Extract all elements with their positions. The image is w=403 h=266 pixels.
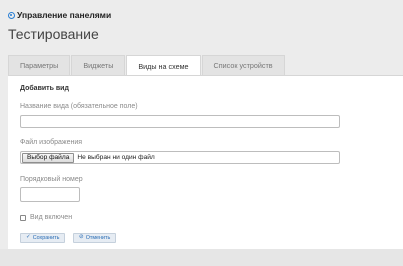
tab-parameters[interactable]: Параметры: [8, 55, 71, 75]
header-title: Управление панелями: [17, 10, 112, 20]
page-title: Тестирование: [8, 26, 99, 42]
view-name-input[interactable]: [20, 115, 340, 128]
tab-widgets[interactable]: Виджеты: [71, 55, 126, 75]
choose-file-button[interactable]: Выбор файла: [22, 152, 75, 163]
view-enabled-checkbox[interactable]: [20, 214, 26, 221]
image-file-label: Файл изображения: [20, 139, 83, 146]
cancel-button[interactable]: ⊘ Отменить: [73, 233, 117, 243]
order-number-input[interactable]: [20, 187, 80, 202]
tab-device-list[interactable]: Список устройств: [201, 55, 285, 75]
save-button[interactable]: ✓ Сохранить: [20, 233, 66, 243]
view-name-label: Название вида (обязательное поле): [20, 103, 138, 110]
cancel-button-label: Отменить: [85, 235, 111, 241]
order-number-label: Порядковый номер: [20, 176, 83, 183]
panel-management-header[interactable]: Управление панелями: [8, 8, 111, 22]
section-title: Добавить вид: [20, 85, 69, 92]
tab-scheme-views[interactable]: Виды на схеме: [126, 55, 201, 76]
cancel-icon: ⊘: [79, 234, 84, 241]
check-icon: ✓: [26, 234, 31, 241]
view-enabled-row[interactable]: Вид включен: [20, 214, 72, 221]
file-status-text: Не выбран ни один файл: [77, 154, 155, 161]
footer-area: [0, 249, 403, 266]
image-file-field: Выбор файла Не выбран ни один файл: [20, 151, 340, 164]
save-button-label: Сохранить: [32, 235, 60, 241]
view-enabled-label: Вид включен: [30, 214, 73, 221]
tab-content-panel: Добавить вид Название вида (обязательное…: [8, 75, 403, 250]
tab-bar: Параметры Виджеты Виды на схеме Список у…: [8, 55, 286, 76]
circle-dot-icon: [8, 11, 15, 19]
